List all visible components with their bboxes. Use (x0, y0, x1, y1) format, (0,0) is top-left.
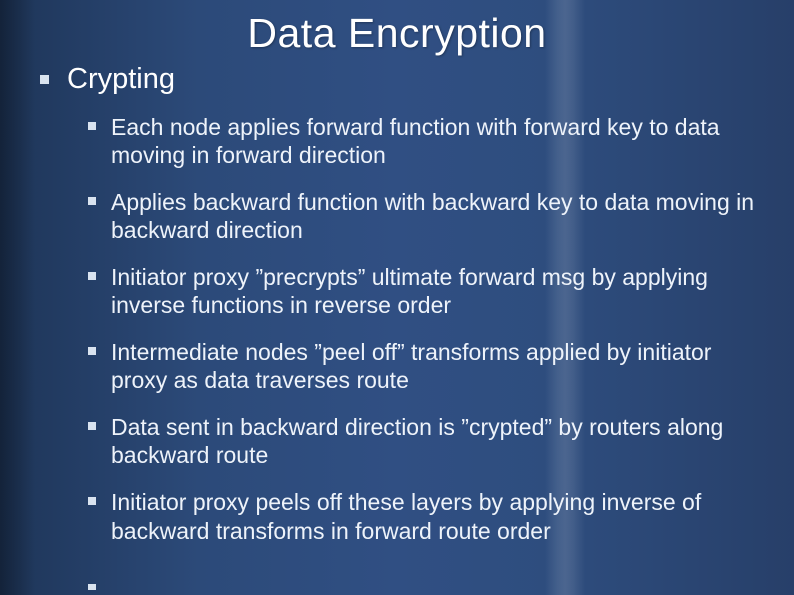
level2-text: Intermediate nodes ”peel off” transforms… (111, 338, 774, 394)
square-bullet-icon (88, 497, 96, 505)
square-bullet-icon (88, 347, 96, 355)
level2-item: Initiator proxy peels off these layers b… (88, 488, 774, 544)
level1-text: Crypting (67, 63, 175, 96)
level2-item: Intermediate nodes ”peel off” transforms… (88, 338, 774, 394)
level2-item: Data sent in backward direction is ”cryp… (88, 413, 774, 469)
level1-list: Crypting (40, 63, 764, 96)
square-bullet-icon (88, 197, 96, 205)
square-bullet-icon (88, 422, 96, 430)
level1-item: Crypting (40, 63, 764, 96)
square-bullet-icon (88, 584, 96, 590)
square-bullet-icon (40, 75, 49, 84)
level2-list: Each node applies forward function with … (88, 113, 774, 545)
level2-item: Each node applies forward function with … (88, 113, 774, 169)
square-bullet-icon (88, 272, 96, 280)
level2-text: Initiator proxy ”precrypts” ultimate for… (111, 263, 774, 319)
level2-item: Initiator proxy ”precrypts” ultimate for… (88, 263, 774, 319)
slide: Data Encryption Crypting Each node appli… (0, 0, 794, 595)
level2-text: Data sent in backward direction is ”cryp… (111, 413, 774, 469)
square-bullet-icon (88, 122, 96, 130)
level2-item: Applies backward function with backward … (88, 188, 774, 244)
level2-text: Initiator proxy peels off these layers b… (111, 488, 774, 544)
level2-text: Each node applies forward function with … (111, 113, 774, 169)
slide-title: Data Encryption (0, 10, 794, 57)
level2-text: Applies backward function with backward … (111, 188, 774, 244)
